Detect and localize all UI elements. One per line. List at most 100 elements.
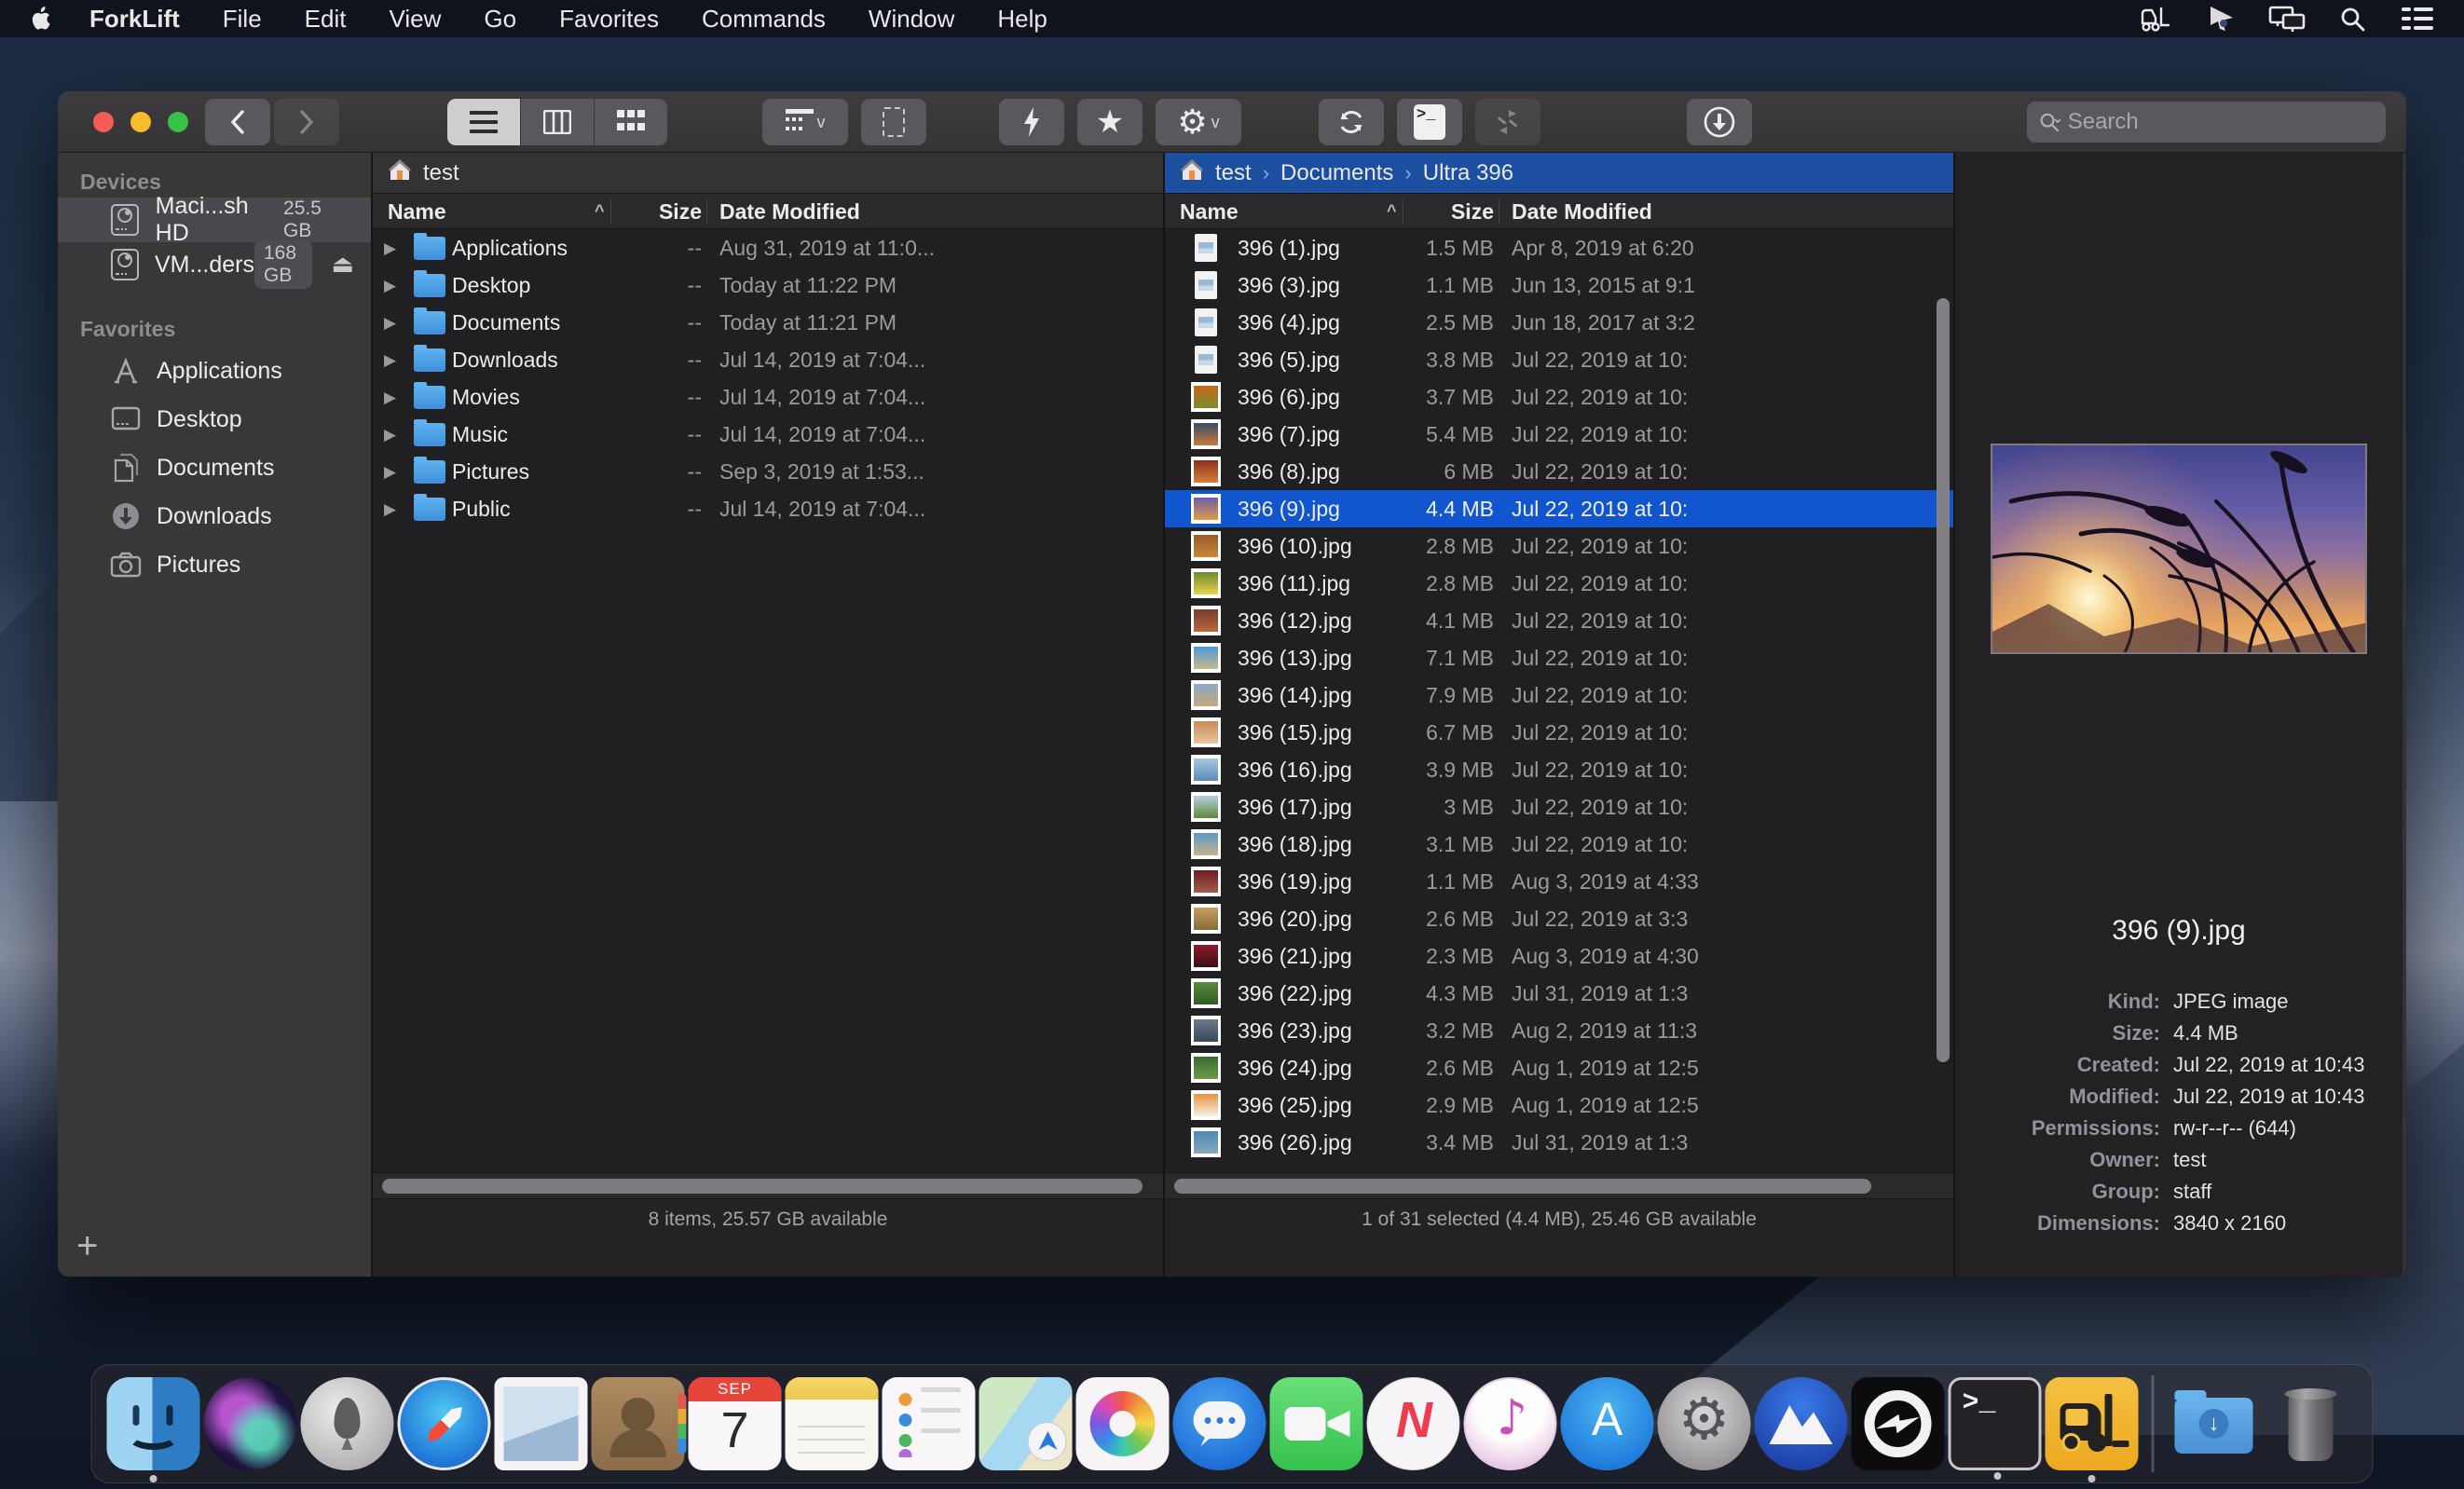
list-view-button[interactable] (447, 99, 520, 145)
file-row[interactable]: ▶ Pictures -- Sep 3, 2019 at 1:53... (373, 453, 1163, 490)
breadcrumb-segment[interactable]: test (1215, 160, 1252, 186)
dock-icon[interactable] (1173, 1377, 1266, 1470)
file-row[interactable]: 396 (22).jpg 4.3 MB Jul 31, 2019 at 1:3 (1165, 975, 1953, 1012)
dock-icon[interactable] (1270, 1377, 1363, 1470)
dock-icon[interactable]: N (1367, 1377, 1460, 1470)
file-row[interactable]: ▶ Documents -- Today at 11:21 PM (373, 304, 1163, 341)
search-status-icon[interactable] (2334, 5, 2371, 33)
menu-item-edit[interactable]: Edit (305, 5, 347, 34)
file-row[interactable]: 396 (12).jpg 4.1 MB Jul 22, 2019 at 10: (1165, 602, 1953, 639)
path-segment[interactable]: test (423, 160, 459, 186)
disclosure-triangle-icon[interactable]: ▶ (384, 463, 396, 482)
right-pane-horizontal-scrollbar[interactable] (1165, 1172, 1953, 1198)
dock-icon[interactable]: ⚙ (1658, 1377, 1751, 1470)
dock-icon[interactable] (204, 1377, 297, 1470)
right-pane-vertical-scrollbar[interactable] (1935, 229, 1951, 1161)
view-options-dropdown[interactable]: v (762, 99, 848, 145)
menu-item-file[interactable]: File (223, 5, 262, 34)
menu-item-view[interactable]: View (389, 5, 441, 34)
menu-item-commands[interactable]: Commands (702, 5, 826, 34)
file-row[interactable]: 396 (20).jpg 2.6 MB Jul 22, 2019 at 3:3 (1165, 900, 1953, 937)
file-row[interactable]: 396 (8).jpg 6 MB Jul 22, 2019 at 10: (1165, 453, 1953, 490)
quick-actions-button[interactable] (999, 99, 1064, 145)
search-field[interactable] (2027, 102, 2386, 143)
dock-icon[interactable] (786, 1377, 879, 1470)
dock-icon[interactable] (398, 1377, 491, 1470)
dock-icon[interactable] (883, 1377, 976, 1470)
eject-icon[interactable]: ⏏ (331, 251, 354, 279)
cursor-status-icon[interactable] (2203, 5, 2240, 33)
forward-button[interactable] (274, 99, 339, 145)
close-button[interactable] (93, 112, 114, 132)
right-pane-breadcrumb-bar[interactable]: test › Documents › Ultra 396 (1165, 153, 1953, 194)
sidebar-item-pictures[interactable]: Pictures (58, 542, 371, 587)
dock-icon[interactable]: ↓ (2168, 1377, 2261, 1470)
sidebar-device-macintosh-hd[interactable]: Maci...sh HD 25.5 GB (58, 198, 371, 242)
minimize-button[interactable] (130, 112, 151, 132)
column-header-date[interactable]: Date Modified (1512, 199, 1652, 225)
dock-icon[interactable] (1755, 1377, 1848, 1470)
file-row[interactable]: 396 (13).jpg 7.1 MB Jul 22, 2019 at 10: (1165, 639, 1953, 676)
dock-icon[interactable]: SEP 7 (689, 1377, 782, 1470)
list-status-icon[interactable] (2399, 5, 2436, 33)
file-row[interactable]: 396 (23).jpg 3.2 MB Aug 2, 2019 at 11:3 (1165, 1012, 1953, 1049)
dock-icon[interactable]: A (1561, 1377, 1654, 1470)
dock-icon[interactable]: ♪ (1464, 1377, 1557, 1470)
displays-status-icon[interactable] (2268, 5, 2306, 33)
file-row[interactable]: 396 (4).jpg 2.5 MB Jun 18, 2017 at 3:2 (1165, 304, 1953, 341)
dock-icon[interactable] (2046, 1377, 2139, 1470)
file-row[interactable]: ▶ Desktop -- Today at 11:22 PM (373, 266, 1163, 304)
column-header-size[interactable]: Size (1404, 199, 1494, 225)
back-button[interactable] (205, 99, 270, 145)
dock-icon[interactable] (107, 1377, 200, 1470)
menu-item-help[interactable]: Help (997, 5, 1047, 34)
apple-logo-icon[interactable] (30, 6, 54, 32)
file-row[interactable]: 396 (3).jpg 1.1 MB Jun 13, 2015 at 9:1 (1165, 266, 1953, 304)
settings-gear-button[interactable]: ⚙ v (1156, 99, 1241, 145)
breadcrumb-segment[interactable]: Documents (1280, 160, 1393, 186)
dock-icon[interactable] (495, 1377, 588, 1470)
sidebar-item-documents[interactable]: Documents (58, 445, 371, 490)
disclosure-triangle-icon[interactable]: ▶ (384, 277, 396, 295)
favorites-star-button[interactable]: ★ (1077, 99, 1143, 145)
disclosure-triangle-icon[interactable]: ▶ (384, 351, 396, 370)
disclosure-triangle-icon[interactable]: ▶ (384, 239, 396, 258)
file-row[interactable]: ▶ Movies -- Jul 14, 2019 at 7:04... (373, 378, 1163, 416)
sidebar-item-downloads[interactable]: Downloads (58, 494, 371, 539)
file-row[interactable]: 396 (25).jpg 2.9 MB Aug 1, 2019 at 12:5 (1165, 1086, 1953, 1124)
zoom-button[interactable] (168, 112, 188, 132)
file-row[interactable]: 396 (11).jpg 2.8 MB Jul 22, 2019 at 10: (1165, 565, 1953, 602)
search-input[interactable] (2068, 109, 2375, 135)
terminal-button[interactable]: >_ (1397, 99, 1462, 145)
file-row[interactable]: 396 (10).jpg 2.8 MB Jul 22, 2019 at 10: (1165, 527, 1953, 565)
file-row[interactable]: ▶ Applications -- Aug 31, 2019 at 11:0..… (373, 229, 1163, 266)
file-row[interactable]: 396 (14).jpg 7.9 MB Jul 22, 2019 at 10: (1165, 676, 1953, 714)
disclosure-triangle-icon[interactable]: ▶ (384, 500, 396, 519)
file-row[interactable]: 396 (15).jpg 6.7 MB Jul 22, 2019 at 10: (1165, 714, 1953, 751)
sidebar-item-applications[interactable]: Applications (58, 348, 371, 393)
dock-icon[interactable] (1852, 1377, 1945, 1470)
file-row[interactable]: 396 (16).jpg 3.9 MB Jul 22, 2019 at 10: (1165, 751, 1953, 788)
disclosure-triangle-icon[interactable]: ▶ (384, 426, 396, 444)
column-view-button[interactable] (521, 99, 594, 145)
dock-icon[interactable] (301, 1377, 394, 1470)
dock-icon[interactable]: >_ (1949, 1377, 2042, 1470)
file-row[interactable]: ▶ Public -- Jul 14, 2019 at 7:04... (373, 490, 1163, 527)
forklift-status-icon[interactable] (2138, 5, 2175, 33)
file-row[interactable]: 396 (6).jpg 3.7 MB Jul 22, 2019 at 10: (1165, 378, 1953, 416)
file-row[interactable]: 396 (18).jpg 3.1 MB Jul 22, 2019 at 10: (1165, 826, 1953, 863)
file-row[interactable]: 396 (5).jpg 3.8 MB Jul 22, 2019 at 10: (1165, 341, 1953, 378)
file-row[interactable]: 396 (26).jpg 3.4 MB Jul 31, 2019 at 1:3 (1165, 1124, 1953, 1161)
dock-icon[interactable] (2265, 1377, 2358, 1470)
disclosure-triangle-icon[interactable]: ▶ (384, 314, 396, 333)
file-row[interactable]: 396 (24).jpg 2.6 MB Aug 1, 2019 at 12:5 (1165, 1049, 1953, 1086)
file-row[interactable]: 396 (1).jpg 1.5 MB Apr 8, 2019 at 6:20 (1165, 229, 1953, 266)
dock-icon[interactable] (979, 1377, 1073, 1470)
add-favorite-button[interactable]: + (76, 1225, 98, 1267)
dock-icon[interactable] (1076, 1377, 1170, 1470)
dock-icon[interactable] (592, 1377, 685, 1470)
dock-icon[interactable] (2152, 1375, 2155, 1472)
menu-item-go[interactable]: Go (484, 5, 516, 34)
file-row[interactable]: ▶ Downloads -- Jul 14, 2019 at 7:04... (373, 341, 1163, 378)
icon-view-button[interactable] (595, 99, 667, 145)
